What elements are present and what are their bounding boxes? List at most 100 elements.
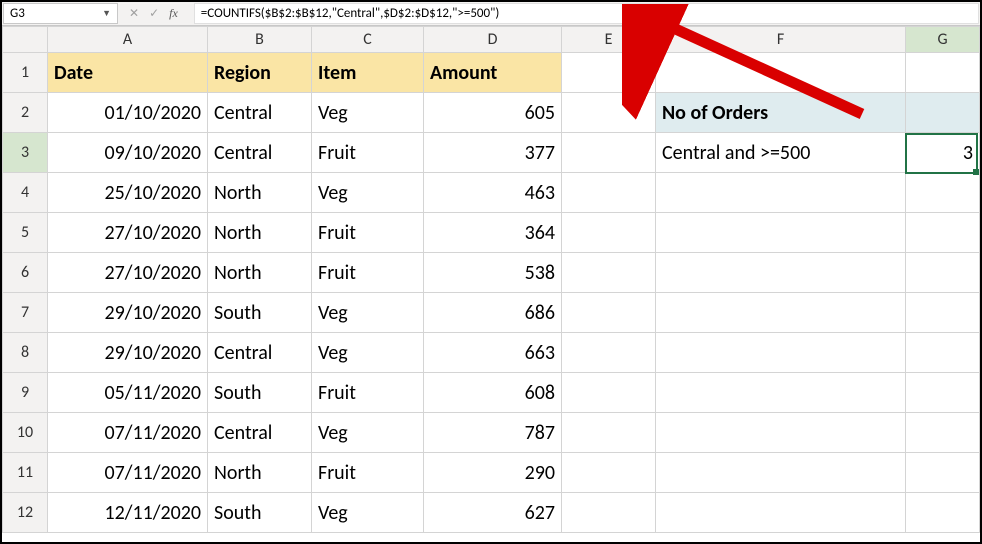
cell[interactable]: [562, 93, 656, 133]
cell[interactable]: [562, 493, 656, 533]
cell[interactable]: Central and >=500: [656, 133, 906, 173]
cell[interactable]: Veg: [312, 333, 424, 373]
cell[interactable]: [906, 93, 980, 133]
row-header[interactable]: 4: [3, 173, 48, 213]
cell[interactable]: 364: [424, 213, 562, 253]
spreadsheet-grid[interactable]: A B C D E F G 1 Date Region Item Amount: [2, 26, 980, 542]
cancel-icon[interactable]: ✕: [129, 6, 139, 21]
formula-input[interactable]: =COUNTIFS($B$2:$B$12,"Central",$D$2:$D$1…: [194, 3, 979, 24]
cell[interactable]: Central: [208, 93, 312, 133]
cell[interactable]: [656, 213, 906, 253]
cell[interactable]: Central: [208, 413, 312, 453]
cell[interactable]: [906, 493, 980, 533]
col-header-A[interactable]: A: [48, 27, 208, 53]
cell[interactable]: 686: [424, 293, 562, 333]
col-header-D[interactable]: D: [424, 27, 562, 53]
cell[interactable]: Fruit: [312, 453, 424, 493]
row-header[interactable]: 6: [3, 253, 48, 293]
cell[interactable]: [656, 53, 906, 93]
cell[interactable]: [906, 53, 980, 93]
cell[interactable]: [656, 373, 906, 413]
row-header[interactable]: 10: [3, 413, 48, 453]
cell[interactable]: Region: [208, 53, 312, 93]
cell[interactable]: [906, 213, 980, 253]
cell[interactable]: [906, 173, 980, 213]
col-header-G[interactable]: G: [906, 27, 980, 53]
cell[interactable]: 25/10/2020: [48, 173, 208, 213]
cell[interactable]: North: [208, 213, 312, 253]
cell[interactable]: 463: [424, 173, 562, 213]
cell[interactable]: 07/11/2020: [48, 413, 208, 453]
cell[interactable]: North: [208, 173, 312, 213]
cell[interactable]: Veg: [312, 93, 424, 133]
select-all-corner[interactable]: [3, 27, 48, 53]
cell[interactable]: 605: [424, 93, 562, 133]
cell[interactable]: 12/11/2020: [48, 493, 208, 533]
row-header[interactable]: 2: [3, 93, 48, 133]
name-box[interactable]: G3 ▼: [3, 3, 118, 24]
cell[interactable]: 627: [424, 493, 562, 533]
cell[interactable]: 09/10/2020: [48, 133, 208, 173]
cell[interactable]: [906, 253, 980, 293]
cell[interactable]: 01/10/2020: [48, 93, 208, 133]
cell[interactable]: [562, 373, 656, 413]
cell[interactable]: 608: [424, 373, 562, 413]
cell[interactable]: Amount: [424, 53, 562, 93]
row-header[interactable]: 11: [3, 453, 48, 493]
cell[interactable]: [656, 333, 906, 373]
cell[interactable]: [906, 293, 980, 333]
col-header-B[interactable]: B: [208, 27, 312, 53]
cell[interactable]: Central: [208, 133, 312, 173]
cell-active[interactable]: 3: [906, 133, 980, 173]
fx-icon[interactable]: fx: [169, 6, 184, 21]
cell[interactable]: Fruit: [312, 213, 424, 253]
cell[interactable]: Veg: [312, 413, 424, 453]
row-header[interactable]: 5: [3, 213, 48, 253]
cell[interactable]: North: [208, 253, 312, 293]
enter-icon[interactable]: ✓: [149, 6, 159, 21]
col-header-C[interactable]: C: [312, 27, 424, 53]
cell[interactable]: Veg: [312, 173, 424, 213]
cell[interactable]: South: [208, 493, 312, 533]
cell[interactable]: [656, 453, 906, 493]
cell[interactable]: 290: [424, 453, 562, 493]
cell[interactable]: [562, 293, 656, 333]
cell[interactable]: [562, 333, 656, 373]
cell[interactable]: 27/10/2020: [48, 213, 208, 253]
cell[interactable]: [906, 373, 980, 413]
cell[interactable]: 787: [424, 413, 562, 453]
cell[interactable]: [656, 173, 906, 213]
cell[interactable]: [656, 493, 906, 533]
cell[interactable]: South: [208, 373, 312, 413]
cell[interactable]: Date: [48, 53, 208, 93]
cell[interactable]: [562, 173, 656, 213]
cell[interactable]: [562, 53, 656, 93]
row-header[interactable]: 1: [3, 53, 48, 93]
cell[interactable]: [562, 413, 656, 453]
cell[interactable]: Fruit: [312, 373, 424, 413]
cell[interactable]: 07/11/2020: [48, 453, 208, 493]
cell[interactable]: Fruit: [312, 253, 424, 293]
row-header[interactable]: 12: [3, 493, 48, 533]
cell[interactable]: [562, 133, 656, 173]
cell[interactable]: 663: [424, 333, 562, 373]
row-header[interactable]: 7: [3, 293, 48, 333]
cell[interactable]: [656, 293, 906, 333]
cell[interactable]: Veg: [312, 293, 424, 333]
cell[interactable]: [656, 253, 906, 293]
cell[interactable]: Fruit: [312, 133, 424, 173]
cell[interactable]: South: [208, 293, 312, 333]
cell[interactable]: [562, 213, 656, 253]
cell[interactable]: 05/11/2020: [48, 373, 208, 413]
cell[interactable]: 27/10/2020: [48, 253, 208, 293]
cell[interactable]: North: [208, 453, 312, 493]
row-header[interactable]: 9: [3, 373, 48, 413]
cell[interactable]: Item: [312, 53, 424, 93]
cell[interactable]: 29/10/2020: [48, 293, 208, 333]
cell[interactable]: 377: [424, 133, 562, 173]
col-header-E[interactable]: E: [562, 27, 656, 53]
cell[interactable]: [562, 453, 656, 493]
cell[interactable]: [562, 253, 656, 293]
cell[interactable]: 29/10/2020: [48, 333, 208, 373]
chevron-down-icon[interactable]: ▼: [102, 8, 111, 19]
